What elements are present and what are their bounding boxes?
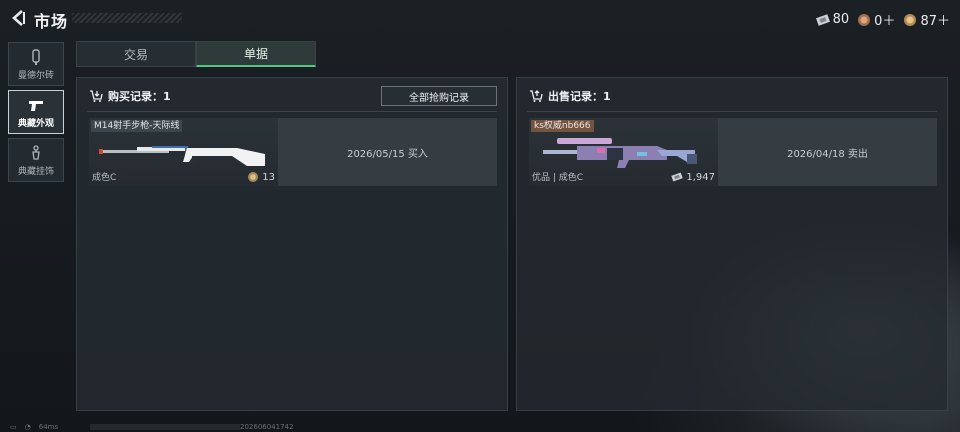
item-name: ks权威nb666 — [531, 120, 594, 132]
divider — [527, 111, 937, 112]
ping-text: 64ms — [38, 423, 59, 431]
title-decoration — [72, 13, 182, 23]
purchase-records-title: 购买记录：1 — [108, 90, 171, 103]
wifi-icon: ◔ — [24, 423, 31, 431]
pistol-icon — [29, 100, 43, 111]
ticket-icon — [671, 172, 684, 182]
item-name: M14射手步枪-天际线 — [91, 120, 183, 132]
sidebar-item-collection-skins[interactable]: 典藏外观 — [8, 90, 64, 134]
item-quality: 成色C — [92, 173, 117, 183]
currency-coin-a-value: 0＋ — [874, 14, 896, 29]
sale-record-row[interactable]: ks权威nb666 优品 | 成色C 1,947 2026/04/18 卖出 — [529, 118, 937, 186]
charm-icon — [32, 144, 40, 160]
item-price: 1,947 — [671, 171, 715, 183]
purchase-records-panel: 购买记录：1 全部抢购记录 M14射手步枪-天际线 成色C 13 2026/05… — [76, 77, 508, 411]
footer-status: ▭ ◔ 64ms — [10, 423, 58, 431]
ticket-icon — [815, 13, 830, 26]
sale-records-panel: 出售记录：1 ks权威nb666 优品 | 成色C 1,947 2026/04/… — [516, 77, 948, 411]
currency-coin-a[interactable]: 0＋ — [857, 10, 895, 29]
page-title: 市场 — [34, 12, 69, 31]
currency-bar: 80 0＋ 87＋ — [815, 10, 950, 29]
currency-ticket[interactable]: 80 — [815, 12, 850, 27]
currency-ticket-value: 80 — [832, 12, 850, 27]
cart-download-icon — [90, 90, 103, 102]
battery-icon: ▭ — [10, 423, 17, 431]
status-footer: ▭ ◔ 64ms 202606041742 — [0, 422, 960, 432]
footer-bar — [90, 424, 240, 430]
session-id: 202606041742 — [240, 423, 294, 431]
item-card[interactable]: ks权威nb666 优品 | 成色C 1,947 — [529, 118, 718, 186]
sale-date-info: 2026/04/18 卖出 — [718, 118, 937, 186]
sidebar-item-label: 典藏挂饰 — [17, 166, 54, 177]
item-quality: 优品 | 成色C — [532, 173, 584, 183]
rifle-image — [543, 138, 697, 168]
tab-trade[interactable]: 交易 — [76, 41, 196, 67]
item-price-value: 1,947 — [686, 171, 715, 183]
purchase-records-heading: 购买记录：1 — [89, 88, 171, 104]
back-arrow-icon[interactable] — [10, 9, 26, 27]
cart-upload-icon — [530, 90, 543, 102]
currency-coin-b[interactable]: 87＋ — [903, 10, 950, 29]
divider — [87, 111, 497, 112]
sidebar-item-label: 典藏外观 — [17, 118, 54, 129]
item-price: 13 — [247, 171, 275, 183]
coin-icon — [904, 13, 917, 26]
currency-coin-b-value: 87＋ — [920, 14, 950, 29]
item-card[interactable]: M14射手步枪-天际线 成色C 13 — [89, 118, 278, 186]
coin-icon — [858, 13, 871, 26]
coin-icon — [248, 172, 259, 182]
sidebar: 曼德尔砖 典藏外观 典藏挂饰 — [8, 42, 64, 186]
all-rush-purchase-records-button[interactable]: 全部抢购记录 — [381, 86, 497, 106]
sale-records-title: 出售记录：1 — [548, 90, 611, 103]
purchase-date-info: 2026/05/15 买入 — [278, 118, 497, 186]
sidebar-item-collection-charms[interactable]: 典藏挂饰 — [8, 138, 64, 182]
item-price-value: 13 — [262, 171, 275, 183]
sidebar-item-label: 曼德尔砖 — [17, 70, 54, 81]
rifle-image — [99, 146, 265, 166]
tab-bar: 交易 单据 — [76, 41, 316, 67]
tab-receipts[interactable]: 单据 — [196, 41, 316, 67]
purchase-record-row[interactable]: M14射手步枪-天际线 成色C 13 2026/05/15 买入 — [89, 118, 497, 186]
top-bar: 市场 80 0＋ 87＋ — [0, 0, 960, 38]
sidebar-item-mandel-brick[interactable]: 曼德尔砖 — [8, 42, 64, 86]
sale-records-heading: 出售记录：1 — [529, 88, 611, 104]
brick-icon — [32, 48, 40, 65]
